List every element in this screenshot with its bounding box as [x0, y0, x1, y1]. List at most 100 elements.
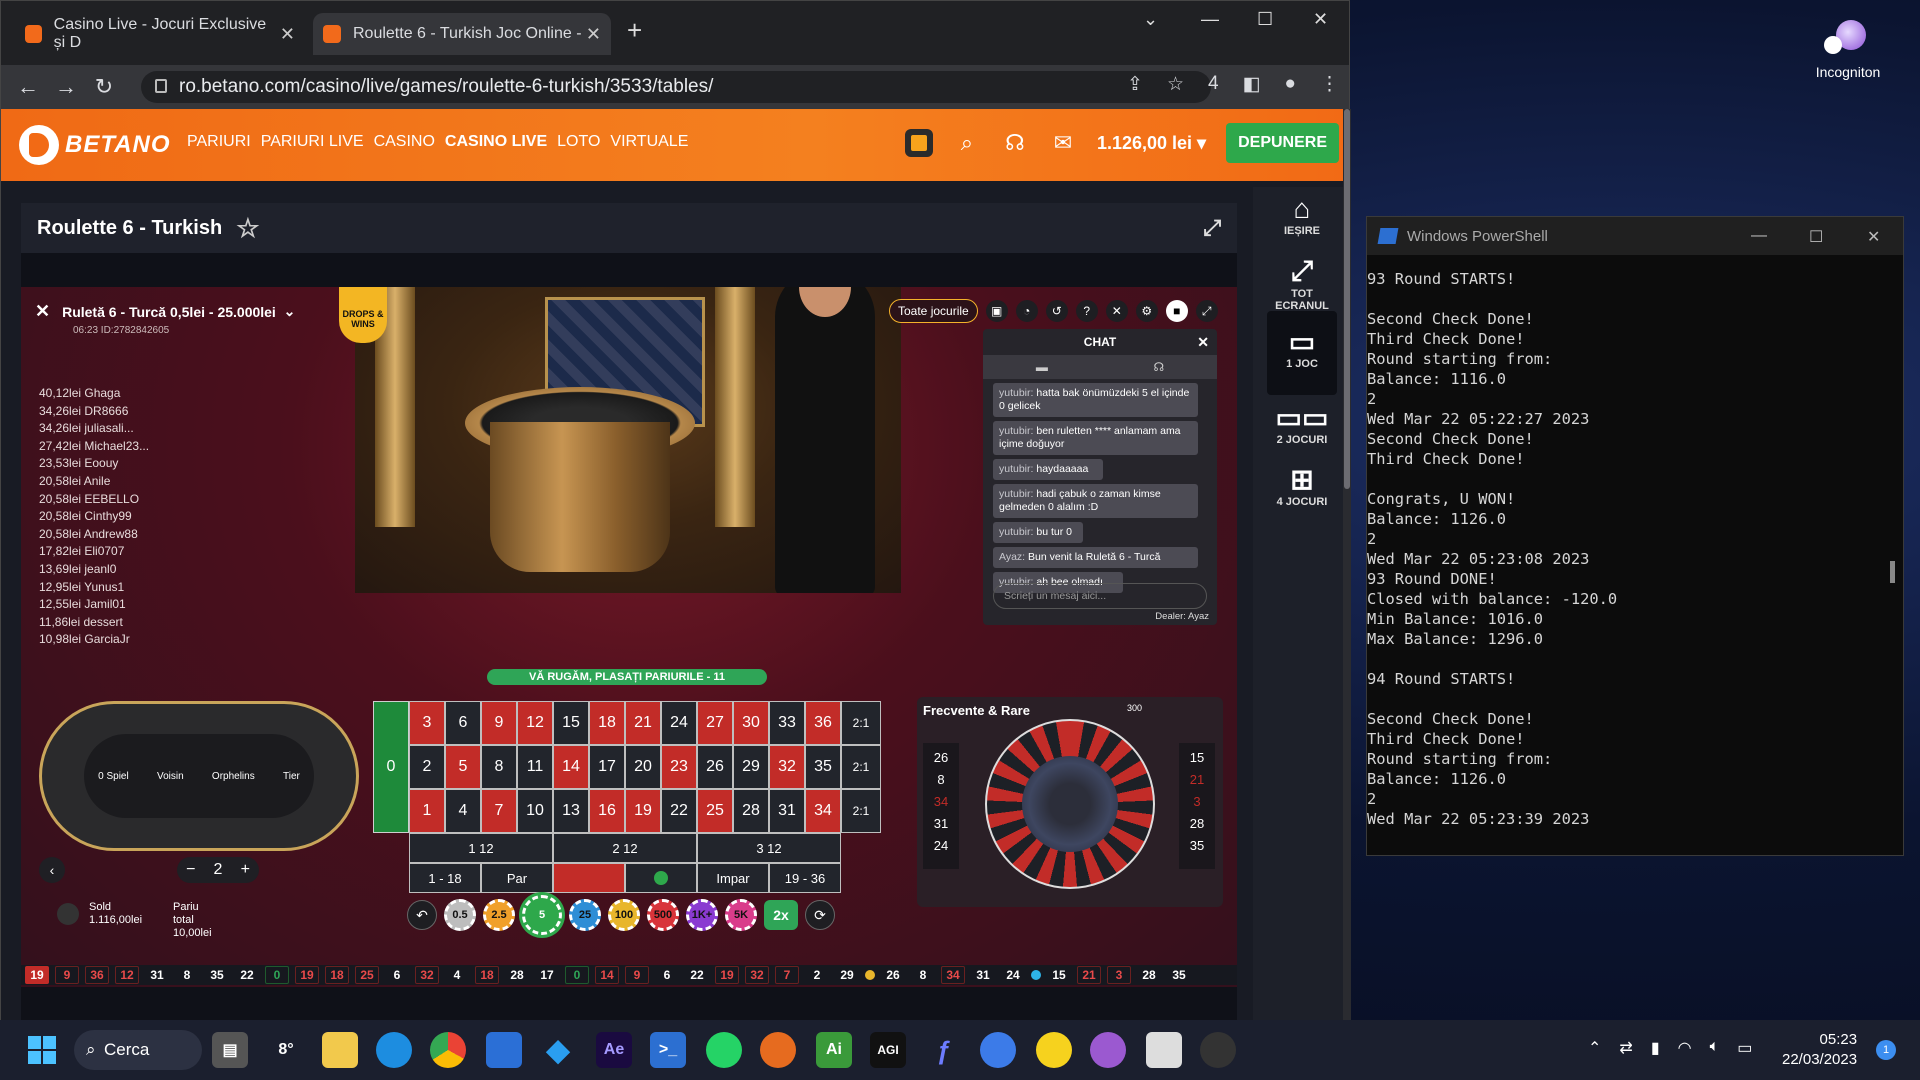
- help-icon[interactable]: ?: [1075, 300, 1098, 322]
- profile-icon[interactable]: ●: [1285, 73, 1296, 96]
- incogniton-desktop-shortcut[interactable]: Incogniton: [1800, 14, 1896, 80]
- chip-2.5[interactable]: 2.5: [483, 899, 515, 931]
- two-games-button[interactable]: ▭▭ 2 JOCURI: [1267, 395, 1337, 457]
- bookmark-star-icon[interactable]: ☆: [1167, 73, 1184, 96]
- bet-red[interactable]: [553, 863, 625, 893]
- bet-number-36[interactable]: 36: [805, 701, 841, 745]
- fl-studio-icon[interactable]: [760, 1032, 796, 1068]
- expand-icon[interactable]: ⤢: [1203, 215, 1221, 241]
- meter-icon[interactable]: ▮: [1651, 1038, 1660, 1058]
- bet-column-1[interactable]: 2:1: [841, 789, 881, 833]
- chevron-down-icon[interactable]: ⌄: [284, 303, 296, 320]
- nav-pariuri-live[interactable]: PARIURI LIVE: [261, 133, 364, 151]
- address-bar[interactable]: ro.betano.com/casino/live/games/roulette…: [141, 71, 1211, 103]
- racetrack[interactable]: 0 Spiel Voisin Orphelins Tier: [39, 701, 359, 851]
- bet-number-23[interactable]: 23: [661, 745, 697, 789]
- nav-casino-live[interactable]: CASINO LIVE: [445, 133, 547, 151]
- drops-wins-badge[interactable]: DROPS & WINS: [339, 287, 387, 343]
- chat-tab-icon[interactable]: ▬: [1036, 360, 1048, 374]
- bet-number-3[interactable]: 3: [409, 701, 445, 745]
- bet-number-19[interactable]: 19: [625, 789, 661, 833]
- bet-number-12[interactable]: 12: [517, 701, 553, 745]
- share-icon[interactable]: ⇪: [1127, 73, 1143, 96]
- four-games-button[interactable]: ⊞ 4 JOCURI: [1267, 457, 1337, 519]
- bet-number-18[interactable]: 18: [589, 701, 625, 745]
- weather-widget[interactable]: 8°: [268, 1032, 304, 1068]
- console-output[interactable]: 93 Round STARTS! Second Check Done! Thir…: [1367, 255, 1903, 829]
- deposit-button[interactable]: DEPUNERE: [1226, 123, 1339, 163]
- support-icon[interactable]: ☊: [1001, 130, 1029, 156]
- forward-icon[interactable]: →: [47, 74, 85, 100]
- bet-number-28[interactable]: 28: [733, 789, 769, 833]
- snipping-icon[interactable]: [1146, 1032, 1182, 1068]
- bet-high[interactable]: 19 - 36: [769, 863, 841, 893]
- betano-logo[interactable]: BETANO: [19, 125, 171, 165]
- bet-number-27[interactable]: 27: [697, 701, 733, 745]
- racetrack-orphelins[interactable]: Orphelins: [212, 771, 255, 782]
- bet-number-16[interactable]: 16: [589, 789, 625, 833]
- search-icon[interactable]: ⌕: [953, 130, 981, 156]
- close-tab-icon[interactable]: ✕: [280, 24, 295, 45]
- file-explorer-icon[interactable]: [322, 1032, 358, 1068]
- chip-100[interactable]: 100: [608, 899, 640, 931]
- nav-casino[interactable]: CASINO: [374, 133, 435, 151]
- store-icon[interactable]: [486, 1032, 522, 1068]
- double-bet-button[interactable]: 2x: [764, 900, 798, 930]
- tab-roulette[interactable]: Roulette 6 - Turkish Joc Online - ✕: [313, 13, 611, 55]
- maximize-button[interactable]: ☐: [1809, 227, 1823, 247]
- tab-search-icon[interactable]: ⌄: [1143, 9, 1158, 30]
- scrollbar-thumb[interactable]: [1344, 109, 1350, 489]
- bet-number-34[interactable]: 34: [805, 789, 841, 833]
- obs-icon[interactable]: [1200, 1032, 1236, 1068]
- favorite-star-icon[interactable]: ☆: [236, 213, 259, 244]
- bet-number-25[interactable]: 25: [697, 789, 733, 833]
- bet-number-7[interactable]: 7: [481, 789, 517, 833]
- chrome-icon[interactable]: [430, 1032, 466, 1068]
- incogniton-taskbar-icon[interactable]: [1090, 1032, 1126, 1068]
- settings-icon[interactable]: ⚙: [1135, 300, 1158, 322]
- bet-number-26[interactable]: 26: [697, 745, 733, 789]
- bet-dozen-2[interactable]: 2 12: [553, 833, 697, 863]
- bet-number-30[interactable]: 30: [733, 701, 769, 745]
- menu-icon[interactable]: ⋮: [1320, 73, 1339, 96]
- history-icon[interactable]: ↺: [1045, 300, 1068, 322]
- exit-button[interactable]: ⌂ IEȘIRE: [1267, 187, 1337, 249]
- bet-number-17[interactable]: 17: [589, 745, 625, 789]
- whatsapp-icon[interactable]: [706, 1032, 742, 1068]
- bet-number-29[interactable]: 29: [733, 745, 769, 789]
- bet-column-3[interactable]: 2:1: [841, 701, 881, 745]
- close-window-button[interactable]: ✕: [1867, 227, 1880, 247]
- bet-number-21[interactable]: 21: [625, 701, 661, 745]
- volume-icon[interactable]: 🔈︎: [1710, 1038, 1720, 1058]
- chat-icon[interactable]: ▣: [985, 300, 1008, 322]
- bet-number-4[interactable]: 4: [445, 789, 481, 833]
- bet-number-35[interactable]: 35: [805, 745, 841, 789]
- hot-cold-count[interactable]: 300: [1127, 703, 1142, 713]
- chip-5K[interactable]: 5K: [725, 899, 757, 931]
- bet-number-5[interactable]: 5: [445, 745, 481, 789]
- racetrack-zero-spiel[interactable]: 0 Spiel: [98, 771, 129, 782]
- chip-1K+[interactable]: 1K+: [686, 899, 718, 931]
- chip-500[interactable]: 500: [647, 899, 679, 931]
- agi-app-icon[interactable]: AGI: [870, 1032, 906, 1068]
- chip-5[interactable]: 5: [522, 895, 562, 935]
- taskbar-search[interactable]: ⌕ Cerca: [74, 1030, 202, 1070]
- mute-icon[interactable]: ✕: [1105, 300, 1128, 322]
- task-view-icon[interactable]: ▤: [212, 1032, 248, 1068]
- bet-number-10[interactable]: 10: [517, 789, 553, 833]
- network-adapter-icon[interactable]: ⇄: [1619, 1038, 1632, 1058]
- smiley-app-icon[interactable]: [1036, 1032, 1072, 1068]
- bet-number-22[interactable]: 22: [661, 789, 697, 833]
- bet-number-1[interactable]: 1: [409, 789, 445, 833]
- after-effects-icon[interactable]: Ae: [596, 1032, 632, 1068]
- racetrack-voisin[interactable]: Voisin: [157, 771, 184, 782]
- chip-25[interactable]: 25: [569, 899, 601, 931]
- bet-even[interactable]: Par: [481, 863, 553, 893]
- repeat-bet-icon[interactable]: ⟳: [805, 900, 835, 930]
- minimize-button[interactable]: —: [1201, 9, 1219, 30]
- bet-number-20[interactable]: 20: [625, 745, 661, 789]
- powershell-taskbar-icon[interactable]: >_: [650, 1032, 686, 1068]
- console-scrollbar[interactable]: [1890, 561, 1895, 583]
- chat-input[interactable]: Scrieți un mesaj aici...: [993, 583, 1207, 609]
- close-game-icon[interactable]: ✕: [35, 301, 50, 322]
